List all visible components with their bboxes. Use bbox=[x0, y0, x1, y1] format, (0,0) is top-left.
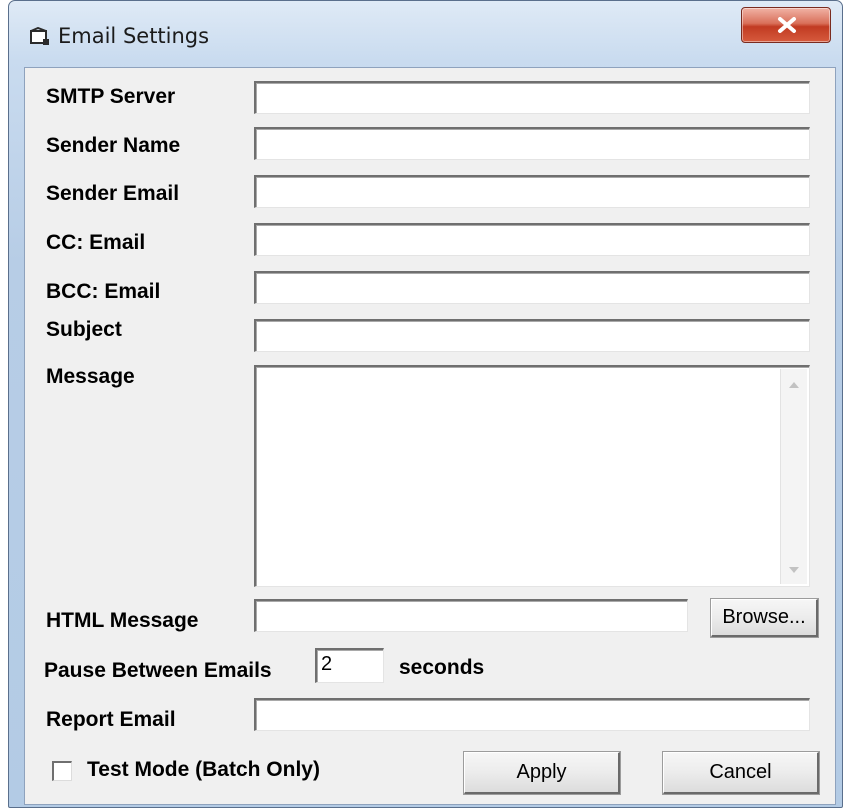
report-email-input[interactable] bbox=[254, 698, 810, 731]
window-app-icon bbox=[29, 26, 51, 47]
smtp-server-label: SMTP Server bbox=[46, 85, 176, 108]
subject-label: Subject bbox=[46, 318, 122, 341]
scroll-up-arrow-icon[interactable] bbox=[789, 381, 799, 389]
subject-input[interactable] bbox=[254, 319, 810, 352]
sender-email-label: Sender Email bbox=[46, 182, 180, 205]
html-message-input[interactable] bbox=[254, 599, 688, 632]
email-settings-window: Email Settings SMTP Server Sender Name S… bbox=[8, 0, 843, 808]
bcc-email-label: BCC: Email bbox=[46, 280, 161, 303]
pause-between-emails-label: Pause Between Emails bbox=[44, 659, 272, 682]
report-email-label: Report Email bbox=[46, 708, 176, 731]
message-label: Message bbox=[46, 365, 135, 388]
browse-button[interactable]: Browse... bbox=[711, 599, 818, 637]
bcc-email-input[interactable] bbox=[254, 271, 810, 304]
title-bar[interactable]: Email Settings bbox=[9, 1, 842, 67]
close-button[interactable] bbox=[741, 7, 831, 43]
test-mode-checkbox[interactable] bbox=[52, 761, 72, 781]
window-title: Email Settings bbox=[58, 24, 210, 48]
message-scrollbar[interactable] bbox=[780, 369, 807, 584]
scroll-down-arrow-icon[interactable] bbox=[789, 566, 799, 574]
html-message-label: HTML Message bbox=[46, 609, 199, 632]
test-mode-label[interactable]: Test Mode (Batch Only) bbox=[87, 758, 320, 782]
close-x-icon bbox=[778, 17, 796, 33]
seconds-unit-label: seconds bbox=[399, 656, 485, 679]
sender-name-label: Sender Name bbox=[46, 134, 181, 157]
smtp-server-input[interactable] bbox=[254, 81, 810, 114]
sender-name-input[interactable] bbox=[254, 127, 810, 160]
sender-email-input[interactable] bbox=[254, 175, 810, 208]
cc-email-input[interactable] bbox=[254, 223, 810, 256]
dialog-body: SMTP Server Sender Name Sender Email CC:… bbox=[24, 67, 836, 805]
apply-button[interactable]: Apply bbox=[464, 752, 620, 794]
cancel-button[interactable]: Cancel bbox=[663, 752, 819, 794]
cc-email-label: CC: Email bbox=[46, 231, 146, 254]
pause-seconds-input[interactable]: 2 bbox=[315, 648, 384, 683]
message-textarea[interactable] bbox=[254, 365, 810, 587]
